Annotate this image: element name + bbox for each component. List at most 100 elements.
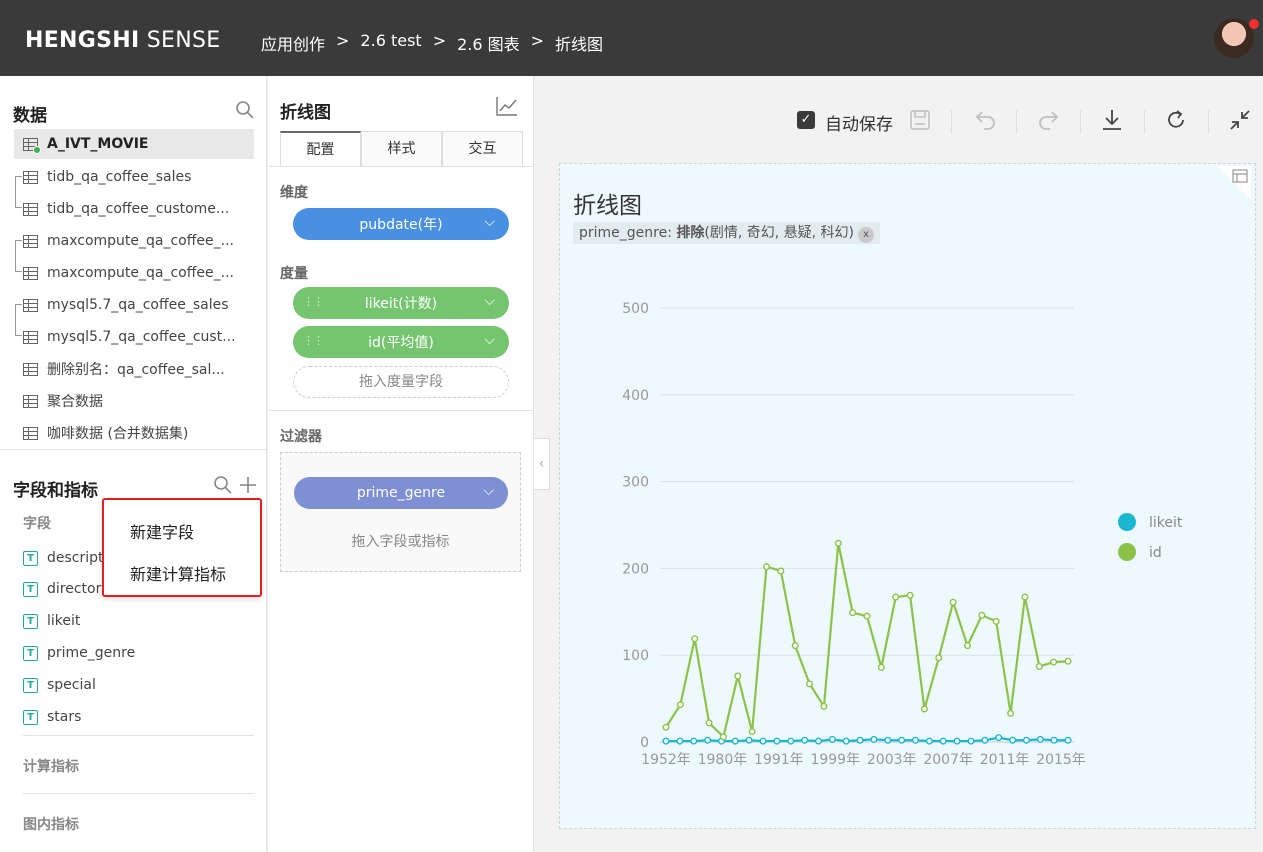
field-item[interactable]: Tprime_genre <box>23 641 135 665</box>
refresh-icon[interactable] <box>1165 109 1187 131</box>
dimension-label: 维度 <box>280 185 308 201</box>
drag-handle-icon[interactable]: ⋮⋮ <box>303 295 324 308</box>
drag-handle-icon[interactable]: ⋮⋮ <box>303 334 324 347</box>
fields-section-title: 字段和指标 <box>13 481 98 501</box>
field-item[interactable]: Tspecial <box>23 673 96 697</box>
breadcrumb-item[interactable]: 2.6 test <box>360 31 421 55</box>
table-icon <box>23 137 41 154</box>
breadcrumb-item[interactable]: 应用创作 <box>261 31 325 55</box>
filter-drop-area[interactable]: prime_genre ⌵ 拖入字段或指标 <box>280 452 521 572</box>
collapse-fullscreen-icon[interactable] <box>1229 109 1251 131</box>
data-point-likeit <box>662 737 670 745</box>
field-item[interactable]: Tdirector <box>23 577 101 601</box>
breadcrumb-item[interactable]: 2.6 图表 <box>457 31 520 55</box>
breadcrumb-separator: > <box>530 31 545 50</box>
data-point-id <box>748 728 756 736</box>
data-point-id <box>877 663 885 671</box>
data-point-likeit <box>1050 736 1058 744</box>
y-tick-label: 0 <box>640 735 649 751</box>
measure-pill[interactable]: ⋮⋮ id(平均值) ⌵ <box>293 326 509 358</box>
field-item[interactable]: Tdescripti <box>23 546 107 570</box>
data-point-likeit <box>801 736 809 744</box>
measure-pill[interactable]: ⋮⋮ likeit(计数) ⌵ <box>293 287 509 319</box>
chart-type-title: 折线图 <box>280 103 331 123</box>
dataset-item[interactable]: 聚合数据 <box>23 386 253 416</box>
tab-interaction[interactable]: 交互 <box>442 131 523 167</box>
data-point-likeit <box>1064 736 1072 744</box>
data-point-id <box>935 654 943 662</box>
chevron-left-icon: ‹ <box>538 456 545 472</box>
redo-icon[interactable] <box>1037 109 1061 131</box>
menu-item-new-calc-metric[interactable]: 新建计算指标 <box>130 561 226 585</box>
data-point-id <box>1007 709 1015 717</box>
data-point-id <box>806 680 814 688</box>
data-point-likeit <box>828 735 836 743</box>
chart-toolbar: ✓ 自动保存 <box>535 76 1263 164</box>
y-tick-label: 200 <box>622 561 649 577</box>
line-chart-icon[interactable] <box>496 96 518 116</box>
y-tick-label: 300 <box>622 475 649 491</box>
chart-metrics-subtitle[interactable]: 图内指标 <box>23 814 79 834</box>
series-line-id <box>665 543 1069 739</box>
dataset-item[interactable]: A_IVT_MOVIE <box>14 129 254 159</box>
text-type-icon: T <box>23 581 38 597</box>
chevron-down-icon[interactable]: ⌵ <box>483 483 494 499</box>
save-icon[interactable] <box>909 109 931 131</box>
app-logo[interactable]: HENGSHI SENSE <box>25 28 220 53</box>
dimension-pill[interactable]: pubdate(年) ⌵ <box>293 208 509 240</box>
field-item[interactable]: Tlikeit <box>23 609 80 633</box>
download-icon[interactable] <box>1101 108 1123 132</box>
y-tick-label: 100 <box>622 648 649 664</box>
chart-canvas[interactable]: 折线图 prime_genre: 排除(剧情, 奇幻, 悬疑, 科幻) x 0 10… <box>559 163 1256 829</box>
undo-icon[interactable] <box>973 109 997 131</box>
autosave-label: 自动保存 <box>825 115 893 135</box>
table-icon <box>23 362 38 376</box>
table-icon <box>23 202 38 216</box>
table-icon <box>23 170 38 184</box>
dataset-item[interactable]: maxcompute_qa_coffee_... <box>23 258 253 288</box>
data-point-likeit <box>814 737 822 745</box>
data-point-likeit <box>925 737 933 745</box>
tab-style[interactable]: 样式 <box>361 131 442 167</box>
legend-marker-likeit <box>1118 513 1136 531</box>
dataset-item[interactable]: mysql5.7_qa_coffee_cust... <box>23 322 253 352</box>
dataset-item[interactable]: 咖啡数据 (合并数据集) <box>23 418 253 448</box>
data-point-id <box>964 642 972 650</box>
autosave-checkbox[interactable]: ✓ <box>797 111 815 129</box>
toolbar-separator <box>1144 110 1145 134</box>
collapse-panel-button[interactable]: ‹ <box>534 438 550 490</box>
chevron-down-icon[interactable]: ⌵ <box>484 293 495 309</box>
line-chart: 0 100 200 300 400 500 1952年 1980年 1991年 1999年 2003… <box>622 301 1183 768</box>
search-icon[interactable] <box>213 475 233 495</box>
data-point-likeit <box>856 736 864 744</box>
text-type-icon: T <box>23 550 38 566</box>
table-icon <box>23 298 38 312</box>
data-point-likeit <box>870 735 878 743</box>
calc-metrics-subtitle[interactable]: 计算指标 <box>23 756 79 776</box>
filter-drop-hint: 拖入字段或指标 <box>351 534 450 550</box>
filter-pill[interactable]: prime_genre ⌵ <box>294 477 508 509</box>
menu-item-new-field[interactable]: 新建字段 <box>130 519 194 543</box>
field-item[interactable]: Tstars <box>23 705 81 729</box>
search-icon[interactable] <box>235 100 255 120</box>
dataset-item[interactable]: 删除别名：qa_coffee_sal... <box>23 354 253 384</box>
config-tabs: 配置 样式 交互 <box>280 131 523 167</box>
dataset-item[interactable]: maxcompute_qa_coffee_... <box>23 226 253 256</box>
section-divider <box>268 166 534 167</box>
dataset-item[interactable]: tidb_qa_coffee_sales <box>23 162 253 192</box>
legend-label-id: id <box>1149 545 1162 561</box>
breadcrumb: 应用创作 > 2.6 test > 2.6 图表 > 折线图 <box>261 31 603 55</box>
plus-icon[interactable] <box>238 475 258 495</box>
tab-config[interactable]: 配置 <box>280 131 361 167</box>
data-point-likeit <box>1022 736 1030 744</box>
x-tick-label: 1991年 <box>754 752 804 768</box>
chevron-down-icon[interactable]: ⌵ <box>484 214 495 230</box>
measure-drop-zone[interactable]: 拖入度量字段 <box>293 366 509 398</box>
dataset-item[interactable]: tidb_qa_coffee_custome... <box>23 194 253 224</box>
data-point-likeit <box>939 737 947 745</box>
data-point-id <box>705 719 713 727</box>
section-divider <box>0 449 267 450</box>
chevron-down-icon[interactable]: ⌵ <box>484 332 495 348</box>
dataset-item[interactable]: mysql5.7_qa_coffee_sales <box>23 290 253 320</box>
avatar[interactable] <box>1214 18 1254 58</box>
